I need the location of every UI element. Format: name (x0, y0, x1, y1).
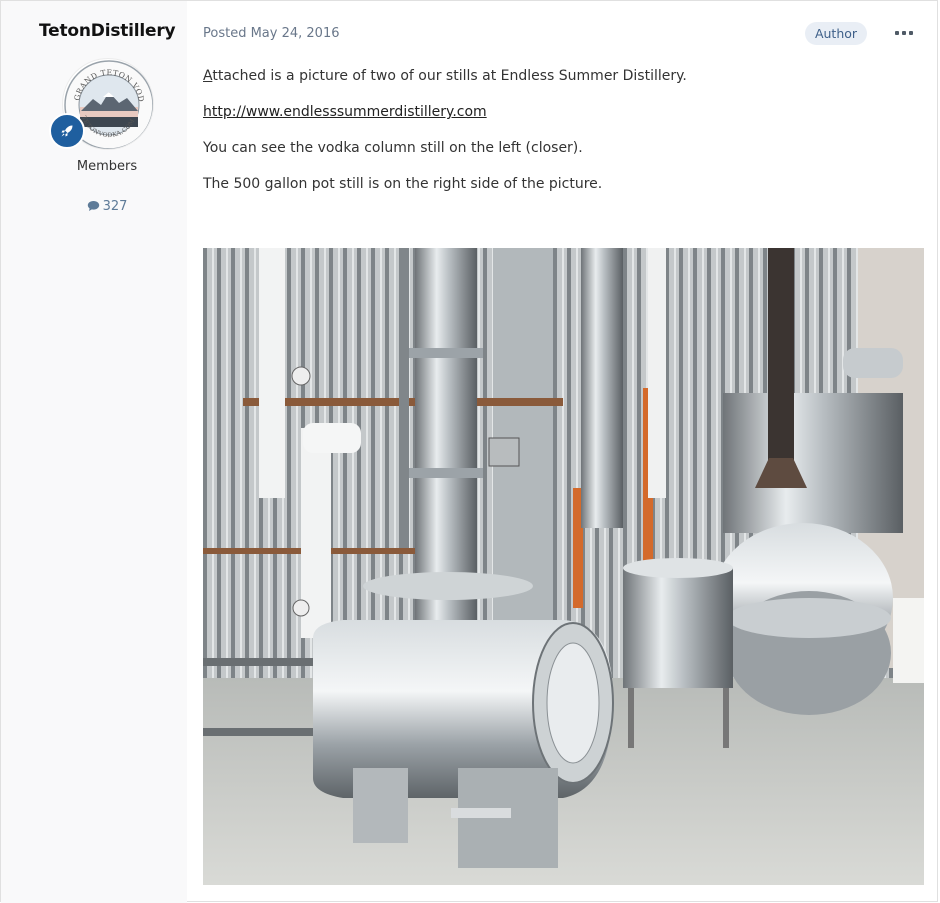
post-count[interactable]: 327 (1, 199, 213, 214)
author-panel: TetonDistillery GRAND TETON VODKA TETONV… (1, 1, 187, 903)
rocket-icon (61, 125, 73, 137)
author-badge: Author (805, 22, 867, 45)
author-name-link[interactable]: TetonDistillery (39, 21, 176, 41)
more-options-button[interactable] (894, 25, 914, 41)
paragraph-intro: Attached is a picture of two of our stil… (203, 67, 903, 86)
post-count-value: 327 (102, 199, 128, 214)
post-date[interactable]: Posted May 24, 2016 (203, 26, 339, 41)
paragraph-pot-still: The 500 gallon pot still is on the right… (203, 176, 603, 192)
forum-post: TetonDistillery GRAND TETON VODKA TETONV… (0, 0, 938, 903)
paragraph-link: http://www.endlesssummerdistillery.com (203, 103, 903, 122)
distillery-link[interactable]: http://www.endlesssummerdistillery.com (203, 104, 487, 120)
intro-rest: ttached is a picture of two of our still… (212, 68, 687, 84)
paragraph-column-still: You can see the vodka column still on th… (203, 140, 583, 156)
member-group: Members (76, 159, 138, 174)
intro-first-letter: A (203, 68, 213, 84)
post-content: Attached is a picture of two of our stil… (203, 67, 903, 211)
distillery-photo[interactable] (203, 248, 924, 885)
group-badge (49, 113, 85, 149)
comment-icon (87, 201, 99, 211)
more-horizontal-icon (895, 31, 913, 35)
